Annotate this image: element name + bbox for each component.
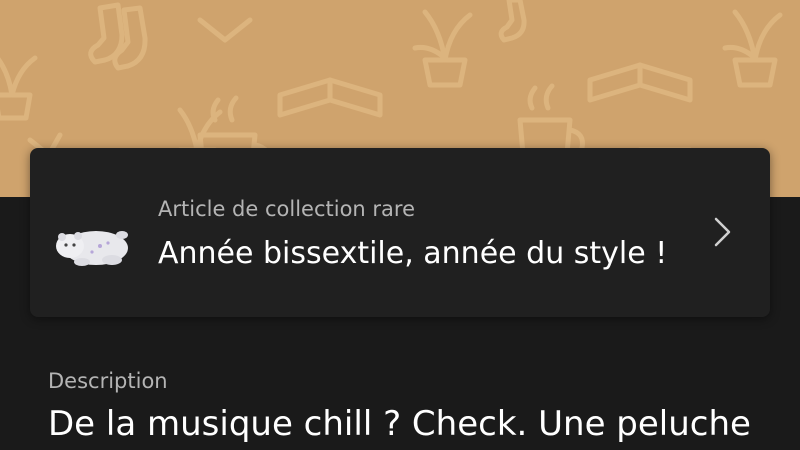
- open-book-icon: [277, 77, 383, 118]
- plush-toy-icon: [56, 231, 128, 266]
- card-title: Année bissextile, année du style !: [158, 236, 668, 271]
- rare-collectible-card[interactable]: Article de collection rare Année bissext…: [30, 148, 770, 317]
- sock-icon: [88, 2, 148, 71]
- potted-plant-icon: [0, 55, 38, 121]
- description-label: Description: [48, 369, 168, 393]
- sock-icon: [498, 0, 527, 43]
- chevron-right-icon[interactable]: [710, 214, 734, 250]
- open-book-icon: [587, 62, 693, 103]
- description-text: De la musique chill ? Check. Une peluche: [48, 404, 751, 444]
- potted-plant-icon: [722, 9, 783, 88]
- card-subtitle: Article de collection rare: [158, 197, 415, 221]
- potted-plant-icon: [412, 9, 473, 88]
- pattern-shape: [197, 17, 253, 43]
